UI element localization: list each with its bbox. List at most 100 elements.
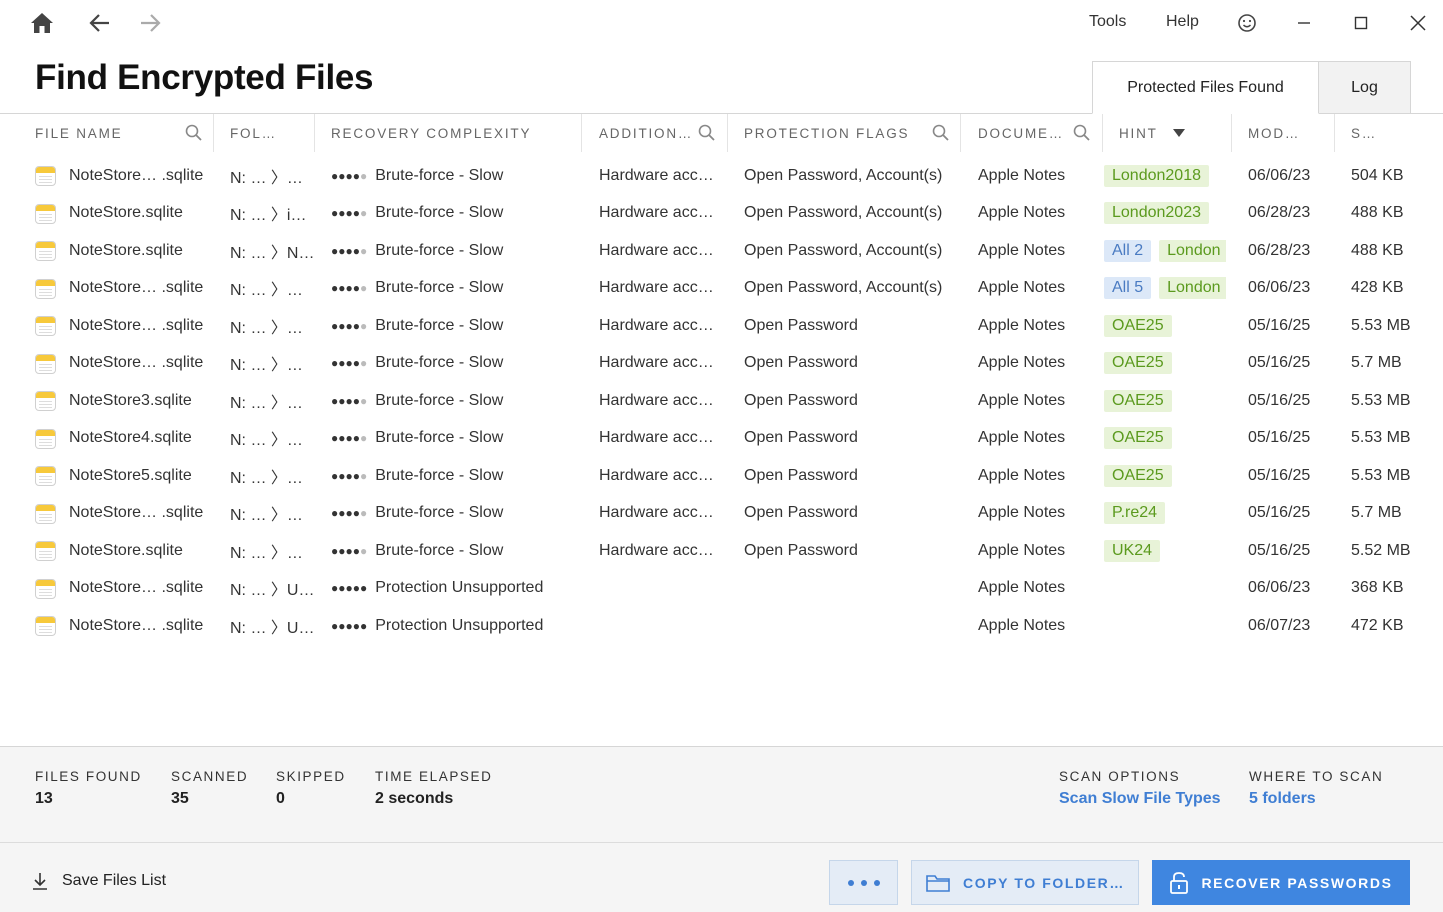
folder-cell: N: … 〉U… bbox=[230, 619, 313, 637]
column-header-document[interactable]: DOCUME… bbox=[978, 114, 1068, 152]
column-divider[interactable] bbox=[960, 114, 961, 152]
table-row[interactable]: NoteStore… .sqlite N: … 〉U… ●●●●● Protec… bbox=[0, 607, 1443, 645]
tab-protected-files-found[interactable]: Protected Files Found bbox=[1092, 61, 1319, 114]
minimize-icon[interactable] bbox=[1289, 8, 1319, 38]
modified-cell: 06/06/23 bbox=[1248, 579, 1311, 597]
file-name-cell: NoteStore… .sqlite bbox=[69, 616, 204, 634]
where-to-scan-link[interactable]: 5 folders bbox=[1249, 790, 1316, 808]
folder-cell: N: … 〉… bbox=[230, 394, 303, 412]
table-row[interactable]: NoteStore… .sqlite N: … 〉… ●●●●● Brute-f… bbox=[0, 307, 1443, 345]
document-cell: Apple Notes bbox=[978, 504, 1066, 522]
complexity-level-dots: ●●●●● bbox=[331, 243, 368, 258]
column-header-size[interactable]: S… bbox=[1351, 114, 1411, 152]
table-row[interactable]: NoteStore… .sqlite N: … 〉… ●●●●● Brute-f… bbox=[0, 270, 1443, 308]
column-header-file-name[interactable]: FILE NAME bbox=[35, 114, 175, 152]
close-icon[interactable] bbox=[1403, 8, 1433, 38]
complexity-level-dots: ●●●●● bbox=[331, 618, 368, 633]
column-header-hint[interactable]: HINT bbox=[1119, 114, 1169, 152]
copy-to-folder-button[interactable]: COPY TO FOLDER… bbox=[911, 860, 1139, 905]
table-row[interactable]: NoteStore.sqlite N: … 〉i… ●●●●● Brute-fo… bbox=[0, 195, 1443, 233]
additional-cell: Hardware acc… bbox=[599, 504, 714, 522]
column-divider[interactable] bbox=[314, 114, 315, 152]
search-icon[interactable] bbox=[931, 123, 951, 143]
home-icon[interactable] bbox=[27, 8, 57, 38]
column-header-protection-flags[interactable]: PROTECTION FLAGS bbox=[744, 114, 924, 152]
modified-cell: 05/16/25 bbox=[1248, 354, 1311, 372]
complexity-level-dots: ●●●●● bbox=[331, 506, 368, 521]
table-row[interactable]: NoteStore.sqlite N: … 〉N… ●●●●● Brute-fo… bbox=[0, 232, 1443, 270]
table-row[interactable]: NoteStore… .sqlite N: … 〉… ●●●●● Brute-f… bbox=[0, 157, 1443, 195]
recovery-complexity-cell: ●●●●● Brute-force - Slow bbox=[331, 345, 581, 383]
hint-chip: OAE25 bbox=[1104, 389, 1172, 412]
column-header-modified[interactable]: MOD… bbox=[1248, 114, 1323, 152]
additional-cell: Hardware acc… bbox=[599, 241, 714, 259]
table-row[interactable]: NoteStore4.sqlite N: … 〉… ●●●●● Brute-fo… bbox=[0, 420, 1443, 458]
sort-descending-icon[interactable] bbox=[1169, 123, 1189, 143]
column-header-folder[interactable]: FOL… bbox=[230, 114, 305, 152]
hint-chip: P.re24 bbox=[1104, 502, 1166, 525]
back-arrow-icon[interactable] bbox=[85, 8, 115, 38]
additional-cell: Hardware acc… bbox=[599, 204, 714, 222]
scan-options-label: SCAN OPTIONS bbox=[1059, 769, 1181, 784]
size-cell: 428 KB bbox=[1351, 279, 1404, 297]
column-divider[interactable] bbox=[213, 114, 214, 152]
title-bar: Tools Help bbox=[0, 0, 1443, 46]
skipped-value: 0 bbox=[276, 790, 285, 807]
column-header-additional[interactable]: ADDITION… bbox=[599, 114, 699, 152]
table-row[interactable]: NoteStore3.sqlite N: … 〉… ●●●●● Brute-fo… bbox=[0, 382, 1443, 420]
recovery-complexity-cell: ●●●●● Brute-force - Slow bbox=[331, 420, 581, 458]
folder-cell: N: … 〉… bbox=[230, 169, 303, 187]
size-cell: 5.7 MB bbox=[1351, 504, 1402, 522]
unlock-icon bbox=[1169, 871, 1189, 895]
hint-cell: OAE25 bbox=[1104, 420, 1226, 458]
hint-cell: All 2 London bbox=[1104, 232, 1226, 270]
document-cell: Apple Notes bbox=[978, 166, 1066, 184]
hint-chip: OAE25 bbox=[1104, 352, 1172, 375]
table-row[interactable]: NoteStore.sqlite N: … 〉… ●●●●● Brute-for… bbox=[0, 532, 1443, 570]
maximize-icon[interactable] bbox=[1346, 8, 1376, 38]
column-header-recovery-complexity[interactable]: RECOVERY COMPLEXITY bbox=[331, 114, 571, 152]
hint-chip: London bbox=[1159, 277, 1226, 300]
table-row[interactable]: NoteStore… .sqlite N: … 〉U… ●●●●● Protec… bbox=[0, 570, 1443, 608]
search-icon[interactable] bbox=[184, 123, 204, 143]
protection-flags-cell: Open Password bbox=[744, 466, 858, 484]
protection-flags-cell: Open Password, Account(s) bbox=[744, 241, 943, 259]
more-options-button[interactable] bbox=[829, 860, 898, 905]
column-divider[interactable] bbox=[1102, 114, 1103, 152]
protection-flags-cell: Open Password bbox=[744, 391, 858, 409]
search-icon[interactable] bbox=[697, 123, 717, 143]
save-files-list-button[interactable]: Save Files List bbox=[30, 870, 166, 892]
feedback-smiley-icon[interactable] bbox=[1232, 8, 1262, 38]
note-file-icon bbox=[35, 503, 56, 524]
table-row[interactable]: NoteStore… .sqlite N: … 〉… ●●●●● Brute-f… bbox=[0, 495, 1443, 533]
column-divider[interactable] bbox=[727, 114, 728, 152]
tab-log[interactable]: Log bbox=[1318, 61, 1411, 114]
scan-options-link[interactable]: Scan Slow File Types bbox=[1059, 790, 1221, 808]
folder-cell: N: … 〉… bbox=[230, 544, 303, 562]
complexity-label: Brute-force - Slow bbox=[375, 466, 504, 484]
modified-cell: 06/07/23 bbox=[1248, 616, 1311, 634]
recovery-complexity-cell: ●●●●● Brute-force - Slow bbox=[331, 195, 581, 233]
folder-cell: N: … 〉… bbox=[230, 432, 303, 450]
column-divider[interactable] bbox=[1231, 114, 1232, 152]
file-name-cell: NoteStore… .sqlite bbox=[69, 504, 204, 522]
column-divider[interactable] bbox=[1334, 114, 1335, 152]
search-icon[interactable] bbox=[1072, 123, 1092, 143]
recovery-complexity-cell: ●●●●● Brute-force - Slow bbox=[331, 307, 581, 345]
protection-flags-cell: Open Password, Account(s) bbox=[744, 279, 943, 297]
tools-menu[interactable]: Tools bbox=[1089, 13, 1126, 31]
recovery-complexity-cell: ●●●●● Brute-force - Slow bbox=[331, 457, 581, 495]
hint-cell: OAE25 bbox=[1104, 457, 1226, 495]
protection-flags-cell: Open Password, Account(s) bbox=[744, 204, 943, 222]
note-file-icon bbox=[35, 241, 56, 261]
complexity-level-dots: ●●●●● bbox=[331, 206, 368, 221]
table-row[interactable]: NoteStore5.sqlite N: … 〉… ●●●●● Brute-fo… bbox=[0, 457, 1443, 495]
help-menu[interactable]: Help bbox=[1166, 13, 1199, 31]
recover-passwords-button[interactable]: RECOVER PASSWORDS bbox=[1152, 860, 1410, 905]
size-cell: 5.53 MB bbox=[1351, 466, 1411, 484]
protection-flags-cell: Open Password bbox=[744, 429, 858, 447]
table-row[interactable]: NoteStore… .sqlite N: … 〉… ●●●●● Brute-f… bbox=[0, 345, 1443, 383]
document-cell: Apple Notes bbox=[978, 616, 1066, 634]
forward-arrow-icon[interactable] bbox=[135, 8, 165, 38]
column-divider[interactable] bbox=[581, 114, 582, 152]
